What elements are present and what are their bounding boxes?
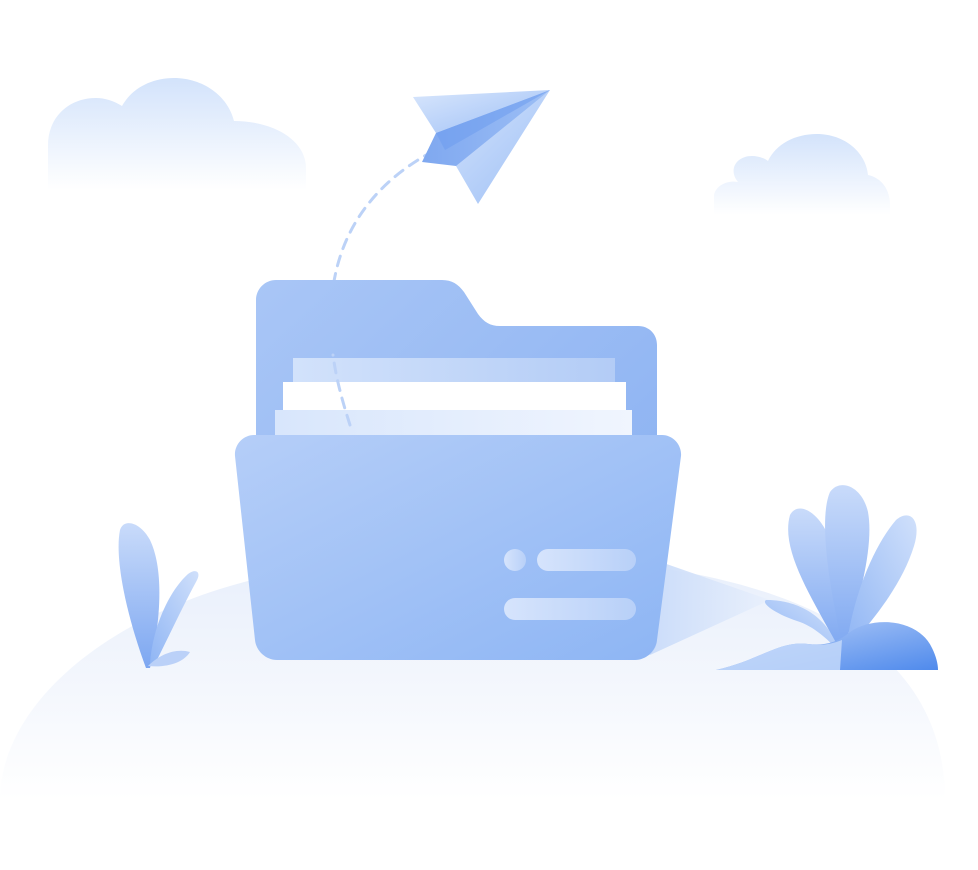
empty-state-illustration bbox=[0, 0, 978, 870]
folder-icon bbox=[234, 280, 770, 660]
cloud-right-icon bbox=[714, 134, 890, 215]
paper-plane-icon bbox=[413, 90, 550, 204]
folder-label-line-1 bbox=[537, 549, 636, 571]
paper-sheet-middle bbox=[283, 382, 626, 414]
folder-front bbox=[234, 435, 682, 660]
folder-label-dot bbox=[504, 549, 526, 571]
folder-label-line-2 bbox=[504, 598, 636, 620]
cloud-left-icon bbox=[48, 78, 306, 190]
